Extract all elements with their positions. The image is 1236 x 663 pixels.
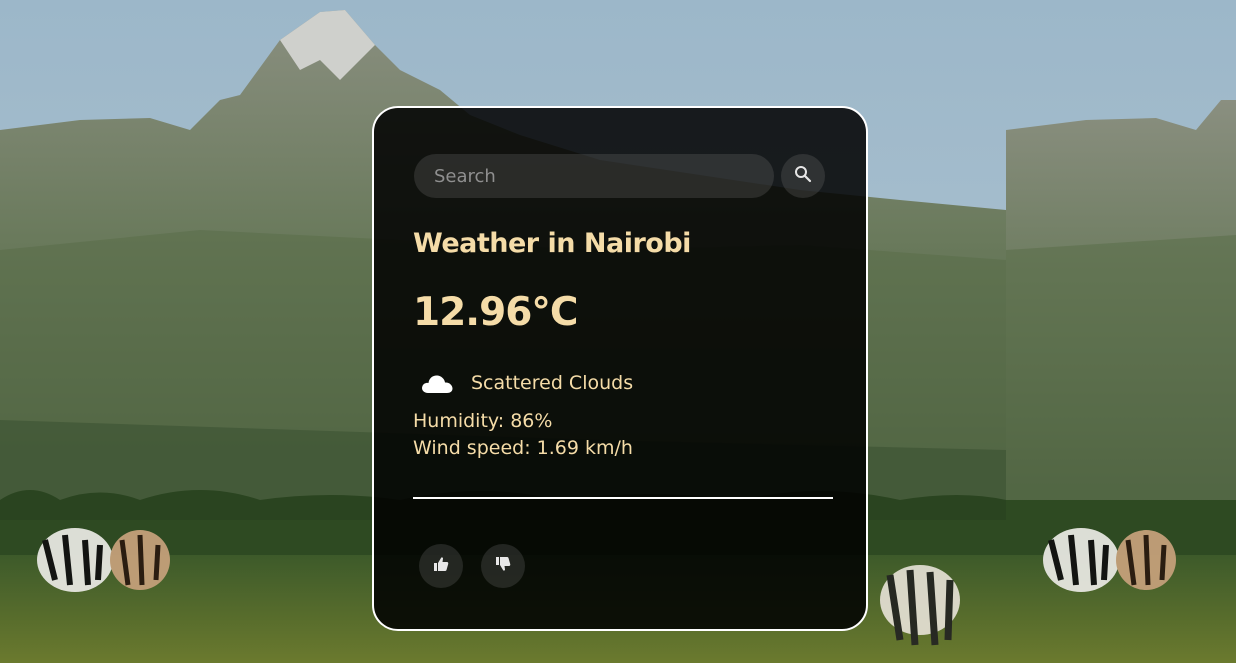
condition-text: Scattered Clouds [471, 372, 634, 394]
thumbs-down-icon [495, 556, 511, 576]
search-bar [414, 154, 828, 198]
background-landscape-repeat [1006, 0, 1236, 663]
wind-speed-text: Wind speed: 1.69 km/h [413, 437, 633, 459]
search-input[interactable] [414, 154, 774, 198]
temperature: 12.96°C [413, 290, 578, 335]
humidity-text: Humidity: 86% [413, 410, 553, 432]
weather-card: Weather in Nairobi 12.96°C Scattered Clo… [372, 106, 868, 631]
city-title: Weather in Nairobi [413, 228, 691, 259]
dislike-button[interactable] [481, 544, 525, 588]
divider [413, 497, 833, 499]
condition-row: Scattered Clouds [420, 370, 633, 396]
cloud-icon [420, 371, 454, 395]
thumbs-up-icon [433, 556, 449, 576]
search-button[interactable] [781, 154, 825, 198]
like-button[interactable] [419, 544, 463, 588]
search-icon [794, 165, 812, 187]
